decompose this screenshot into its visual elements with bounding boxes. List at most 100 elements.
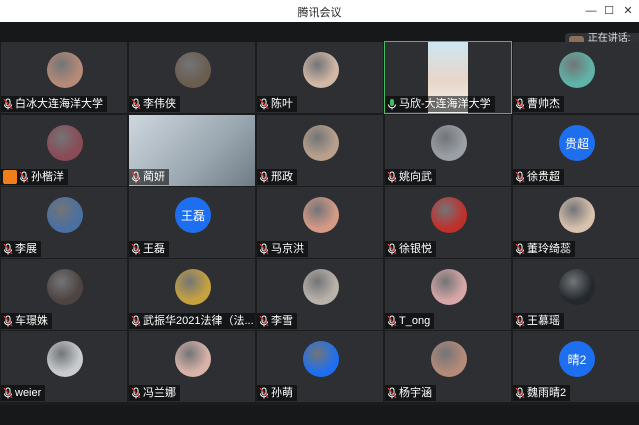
participant-name: 车璟姝 (15, 315, 48, 327)
participant-name-tag: T_ong (385, 313, 435, 329)
participant-name: 王慕瑶 (527, 315, 560, 327)
participant-name-tag: 白冰大连海洋大学 (1, 96, 107, 112)
avatar (47, 269, 83, 305)
participant-name-tag: 魏雨晴2 (513, 385, 571, 401)
participant-tile[interactable]: 徐银悦 (385, 187, 511, 258)
participant-name: 孙萌 (271, 387, 293, 399)
participant-name-tag: 曹帅杰 (513, 96, 564, 112)
close-button[interactable]: ✕ (620, 3, 636, 19)
avatar (431, 341, 467, 377)
participant-tile[interactable]: 王慕瑶 (513, 259, 639, 330)
participant-tile[interactable]: 陈叶 (257, 42, 383, 113)
participant-tile[interactable]: 孙楷洋 (1, 115, 127, 186)
participant-tile[interactable]: 孙萌 (257, 331, 383, 402)
avatar (303, 269, 339, 305)
avatar (431, 125, 467, 161)
participant-name-tag: 孙楷洋 (1, 169, 68, 185)
participant-name: 李伟侠 (143, 98, 176, 110)
participant-name: 冯兰娜 (143, 387, 176, 399)
participant-name: 徐贵超 (527, 171, 560, 183)
avatar (431, 269, 467, 305)
mic-icon (131, 387, 141, 399)
participant-tile[interactable]: 李展 (1, 187, 127, 258)
participant-tile[interactable]: 李伟侠 (129, 42, 255, 113)
participant-tile[interactable]: 冯兰娜 (129, 331, 255, 402)
mic-icon (3, 387, 13, 399)
participant-name-tag: 董玲绮蕊 (513, 241, 575, 257)
participant-tile[interactable]: 武振华2021法律（法... (129, 259, 255, 330)
mic-icon (259, 98, 269, 110)
mic-icon (515, 171, 525, 183)
participant-name-tag: 冯兰娜 (129, 385, 180, 401)
mic-icon (131, 98, 141, 110)
participant-tile[interactable]: weier (1, 331, 127, 402)
participant-tile[interactable]: 贵超徐贵超 (513, 115, 639, 186)
participant-name: 马京洪 (271, 243, 304, 255)
mic-icon (515, 315, 525, 327)
participant-tile[interactable]: T_ong (385, 259, 511, 330)
avatar (303, 341, 339, 377)
participant-name-tag: 邢政 (257, 169, 297, 185)
mic-icon (259, 243, 269, 255)
participant-name-tag: 徐贵超 (513, 169, 564, 185)
participant-name: 徐银悦 (399, 243, 432, 255)
avatar: 贵超 (559, 125, 595, 161)
avatar (559, 269, 595, 305)
participant-tile[interactable]: 晴2 魏雨晴2 (513, 331, 639, 402)
avatar (175, 269, 211, 305)
mic-icon (131, 171, 141, 183)
top-toolbar-area (0, 22, 639, 42)
participant-tile[interactable]: 马京洪 (257, 187, 383, 258)
avatar (303, 125, 339, 161)
mic-icon (387, 315, 397, 327)
participant-name: 杨宇涵 (399, 387, 432, 399)
maximize-button[interactable]: ☐ (601, 3, 617, 19)
participant-name: 魏雨晴2 (527, 387, 567, 399)
participant-name: 董玲绮蕊 (527, 243, 571, 255)
participant-name: 邢政 (271, 171, 293, 183)
mic-icon (19, 171, 29, 183)
participant-name: 姚向武 (399, 171, 432, 183)
avatar: 晴2 (559, 341, 595, 377)
participant-tile[interactable]: 王磊 王磊 (129, 187, 255, 258)
participant-tile[interactable]: 白冰大连海洋大学 (1, 42, 127, 113)
participant-name: 白冰大连海洋大学 (15, 98, 103, 110)
participant-tile[interactable]: 曹帅杰 (513, 42, 639, 113)
participant-tile[interactable]: 姚向武 (385, 115, 511, 186)
avatar (559, 197, 595, 233)
participant-name-tag: 孙萌 (257, 385, 297, 401)
title-bar: 腾讯会议 — ☐ ✕ (0, 0, 639, 22)
participant-tile[interactable]: 董玲绮蕊 (513, 187, 639, 258)
mic-icon (3, 243, 13, 255)
participant-name-tag: 马欣-大连海洋大学 (385, 96, 495, 112)
mic-icon (259, 315, 269, 327)
participant-tile[interactable]: 邢政 (257, 115, 383, 186)
window-title: 腾讯会议 (297, 7, 342, 19)
mic-icon (3, 315, 13, 327)
avatar (47, 341, 83, 377)
participant-name-tag: 王磊 (129, 241, 169, 257)
participant-tile[interactable]: 李雪 (257, 259, 383, 330)
participant-tile[interactable]: 车璟姝 (1, 259, 127, 330)
avatar (431, 197, 467, 233)
participant-name: T_ong (399, 315, 431, 327)
participant-name: 王磊 (143, 243, 165, 255)
mic-icon (515, 243, 525, 255)
participant-name: 李雪 (271, 315, 293, 327)
mic-icon (3, 98, 13, 110)
participant-name: 武振华2021法律（法... (143, 315, 254, 327)
participant-name: 陈叶 (271, 98, 293, 110)
avatar (47, 197, 83, 233)
participant-name-tag: 马京洪 (257, 241, 308, 257)
participant-name-tag: 蔺妍 (129, 169, 169, 185)
bottom-area (0, 405, 639, 425)
avatar (47, 125, 83, 161)
participant-name-tag: 李雪 (257, 313, 297, 329)
minimize-button[interactable]: — (583, 3, 599, 19)
participant-tile[interactable]: 杨宇涵 (385, 331, 511, 402)
participant-name: 曹帅杰 (527, 98, 560, 110)
avatar (303, 197, 339, 233)
participant-tile[interactable]: 蔺妍 (129, 115, 255, 186)
participant-tile[interactable]: 马欣-大连海洋大学 (384, 41, 512, 114)
participant-name: 孙楷洋 (31, 171, 64, 183)
